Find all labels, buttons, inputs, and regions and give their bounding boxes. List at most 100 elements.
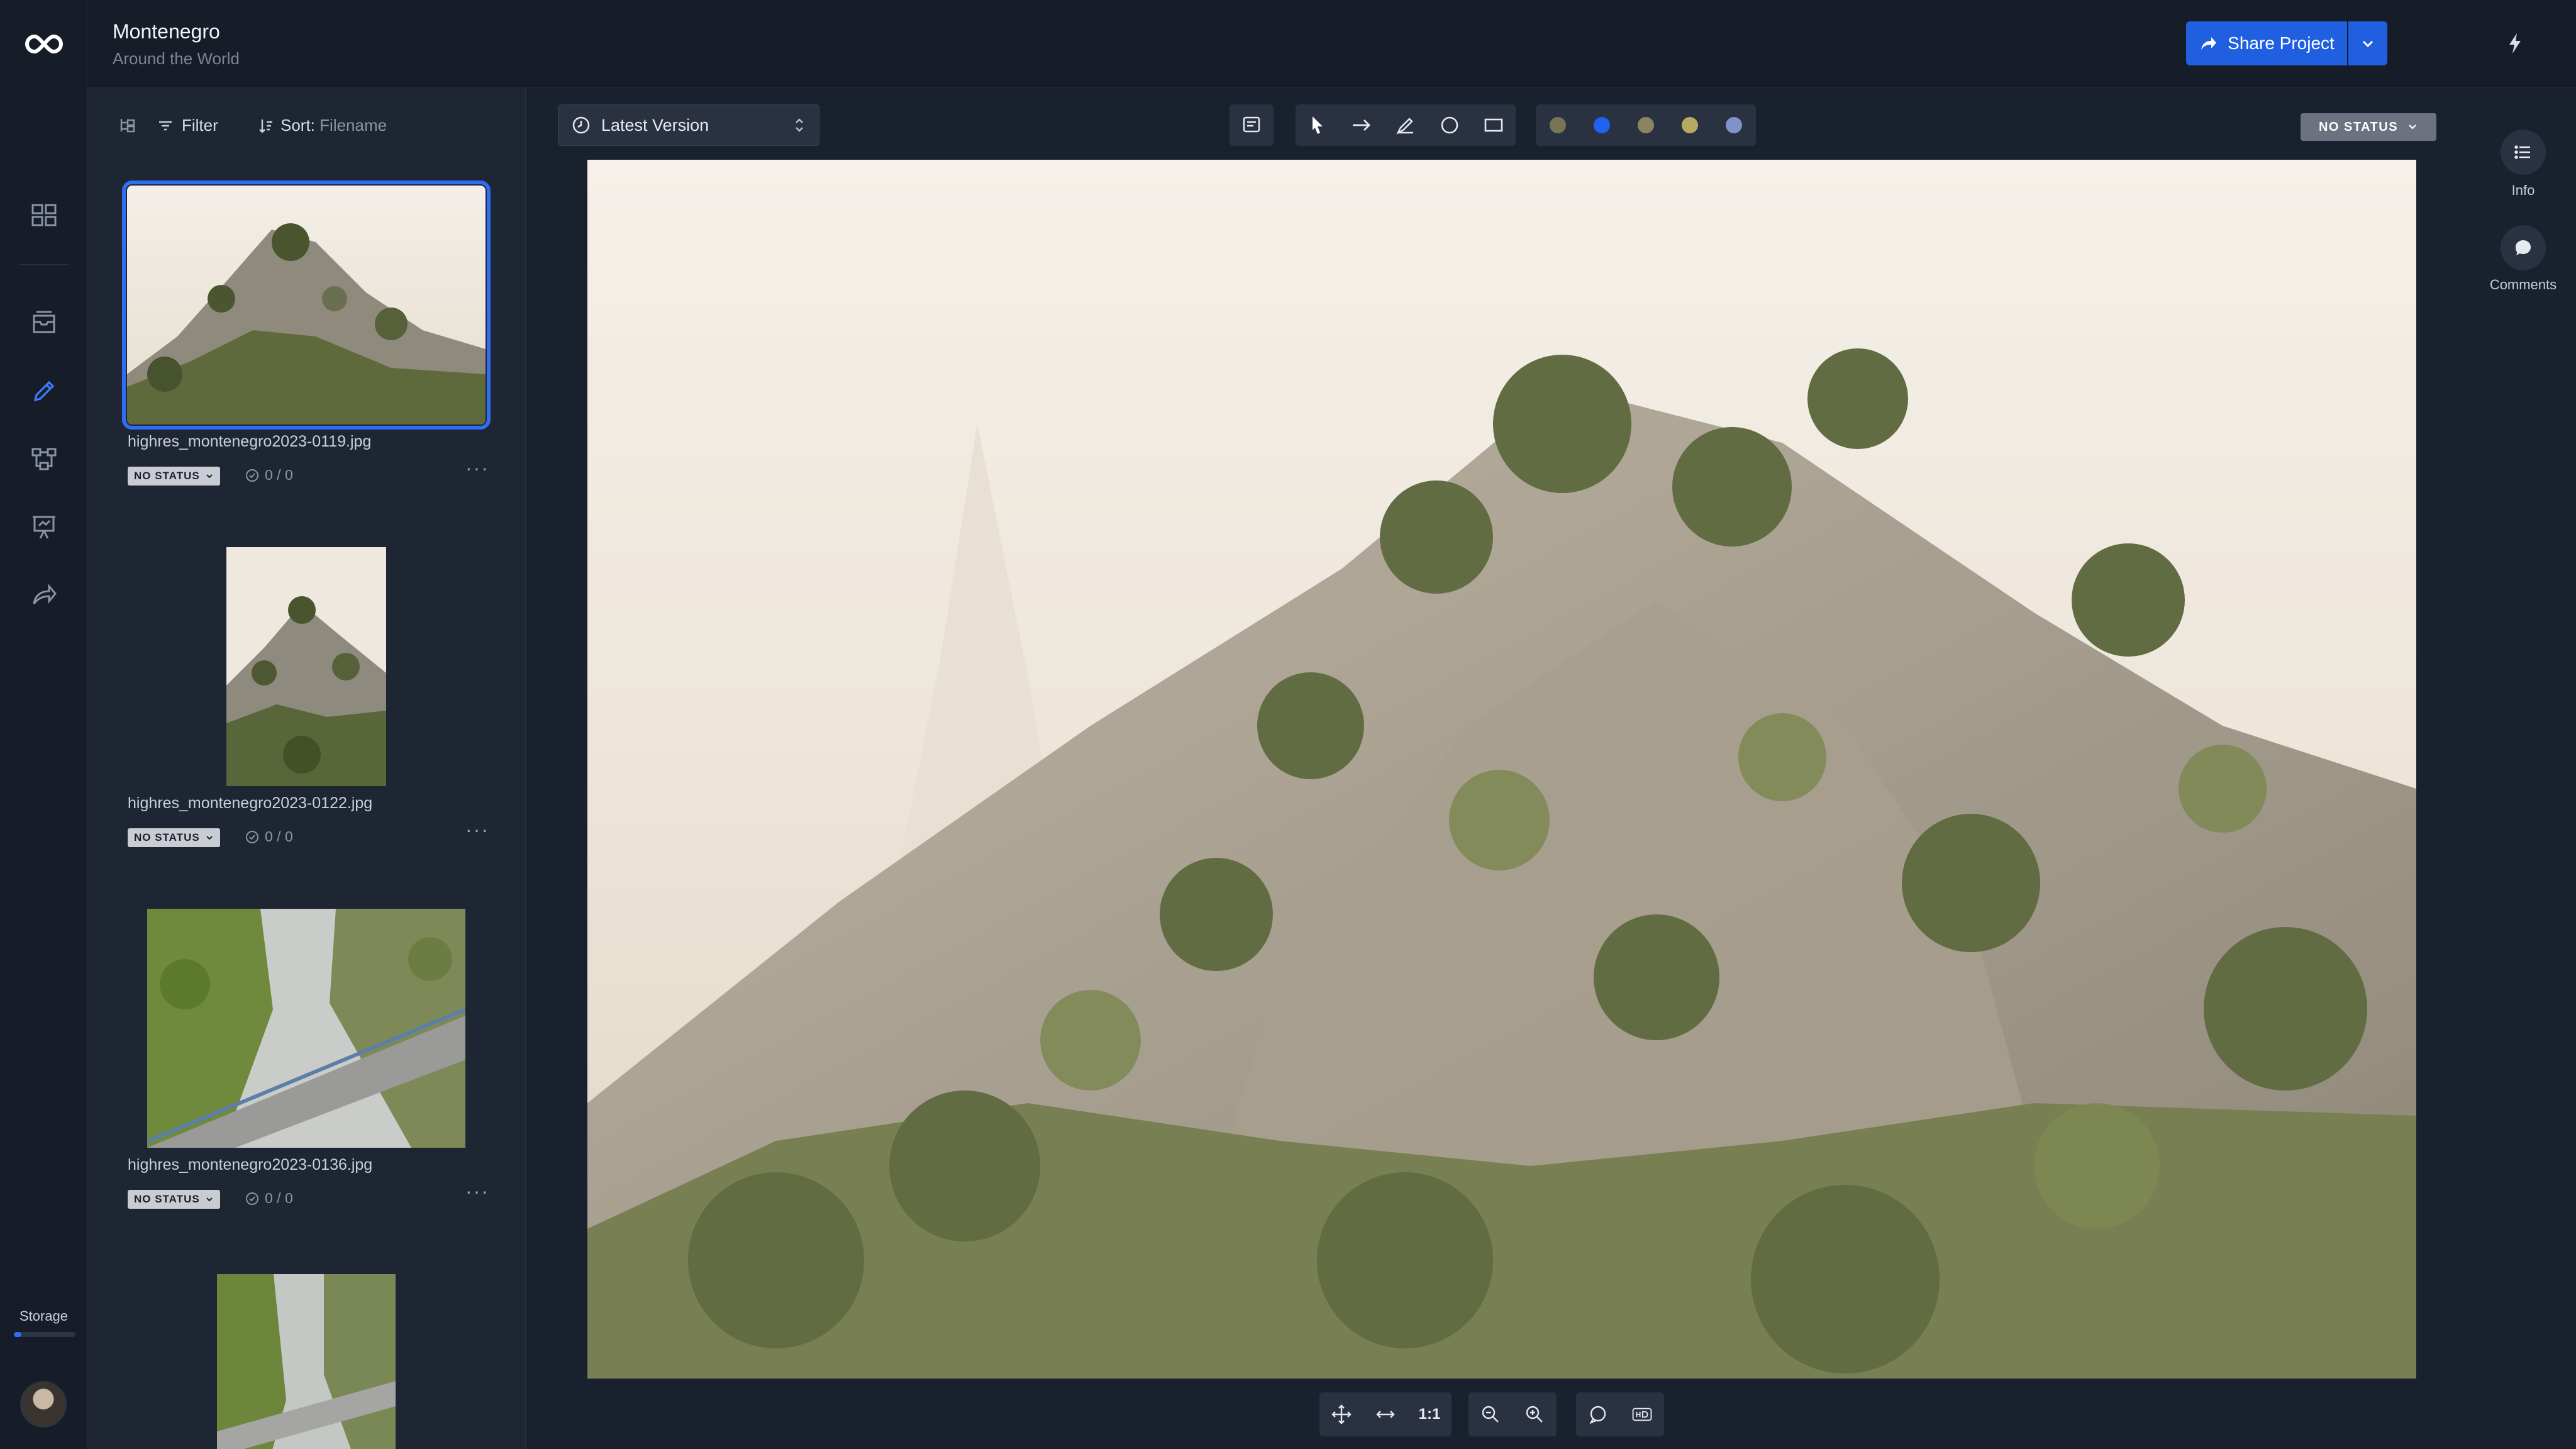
presentation-icon[interactable] xyxy=(28,511,60,543)
user-avatar[interactable] xyxy=(20,1381,67,1428)
list-icon xyxy=(2514,145,2530,159)
approval-count: 0 / 0 xyxy=(245,467,293,484)
file-name: highres_montenegro2023-0119.jpg xyxy=(128,433,372,450)
sort-icon[interactable] xyxy=(253,113,279,138)
fit-controls: 1:1 xyxy=(1319,1392,1452,1436)
approval-count-value: 0 / 0 xyxy=(265,828,293,845)
check-circle-icon xyxy=(246,1192,258,1205)
move-icon[interactable] xyxy=(1319,1392,1363,1436)
color-swatch[interactable] xyxy=(1712,104,1756,146)
image-canvas[interactable] xyxy=(587,160,2416,1379)
file-thumbnail[interactable] xyxy=(226,547,386,786)
comment-bubble-icon[interactable] xyxy=(1576,1392,1620,1436)
status-label: NO STATUS xyxy=(2318,119,2399,134)
logo-icon[interactable] xyxy=(25,31,63,57)
arrow-right-icon[interactable] xyxy=(1340,104,1384,146)
filter-button[interactable]: Filter xyxy=(182,116,218,135)
approval-count-value: 0 / 0 xyxy=(265,467,293,483)
cursor-icon[interactable] xyxy=(1296,104,1340,146)
share-icon[interactable] xyxy=(28,579,60,611)
storage-progress xyxy=(14,1332,75,1337)
file-thumbnail[interactable] xyxy=(147,909,465,1148)
zoom-out-icon[interactable] xyxy=(1468,1392,1513,1436)
file-status-dropdown[interactable]: NO STATUS xyxy=(128,467,220,486)
fit-width-icon[interactable] xyxy=(1363,1392,1407,1436)
info-button[interactable] xyxy=(2501,130,2546,175)
filter-icon[interactable] xyxy=(153,113,178,138)
hd-icon[interactable] xyxy=(1620,1392,1664,1436)
zoom-controls xyxy=(1468,1392,1557,1436)
actual-size-button[interactable]: 1:1 xyxy=(1407,1392,1452,1436)
inbox-icon[interactable] xyxy=(28,306,60,338)
annotation-tools xyxy=(1296,104,1516,146)
chevron-down-icon xyxy=(206,474,213,479)
sort-value: Filename xyxy=(319,116,387,135)
project-title: Montenegro xyxy=(113,20,220,43)
file-status-label: NO STATUS xyxy=(134,470,200,482)
thumbnail-frame xyxy=(124,1274,489,1449)
share-project-button[interactable]: Share Project xyxy=(2186,21,2347,65)
comment-note-icon[interactable] xyxy=(1230,104,1274,146)
bolt-icon[interactable] xyxy=(2501,29,2529,58)
check-circle-icon xyxy=(246,469,258,482)
file-thumbnail[interactable] xyxy=(122,180,491,430)
file-status-label: NO STATUS xyxy=(134,831,200,843)
thumbnail-frame xyxy=(124,544,489,789)
color-swatch[interactable] xyxy=(1580,104,1624,146)
approval-count: 0 / 0 xyxy=(245,1190,293,1207)
project-subtitle: Around the World xyxy=(113,49,240,68)
file-panel: Filter Sort: Filename highres_montenegro… xyxy=(87,88,526,1449)
chevron-down-icon xyxy=(206,836,213,840)
hierarchy-icon[interactable] xyxy=(115,113,140,138)
more-options-icon[interactable]: ··· xyxy=(465,1181,490,1204)
share-project-label: Share Project xyxy=(2228,33,2334,53)
chevron-down-icon xyxy=(2362,40,2373,48)
comment-tool-group xyxy=(1230,104,1274,146)
thumbnail-frame xyxy=(124,906,489,1151)
chevron-down-icon xyxy=(206,1197,213,1202)
draw-pen-icon[interactable] xyxy=(1384,104,1428,146)
color-palette xyxy=(1536,104,1756,146)
app-root: Storage Montenegro Around the World Shar… xyxy=(0,0,2576,1449)
clock-icon xyxy=(572,116,590,134)
sort-label: Sort: xyxy=(280,116,315,135)
left-rail: Storage xyxy=(0,0,87,1449)
color-swatch[interactable] xyxy=(1668,104,1712,146)
view-controls xyxy=(1576,1392,1664,1436)
share-arrow-icon xyxy=(2201,37,2217,50)
file-status-label: NO STATUS xyxy=(134,1193,200,1205)
comments-button[interactable] xyxy=(2501,225,2546,270)
file-status-dropdown[interactable]: NO STATUS xyxy=(128,1190,220,1209)
file-thumbnail[interactable] xyxy=(217,1274,396,1449)
ellipse-icon[interactable] xyxy=(1428,104,1472,146)
info-label: Info xyxy=(2511,182,2535,198)
more-options-icon[interactable]: ··· xyxy=(465,458,490,480)
pen-icon[interactable] xyxy=(28,375,60,408)
color-swatch[interactable] xyxy=(1536,104,1580,146)
approval-count: 0 / 0 xyxy=(245,828,293,845)
grid-icon[interactable] xyxy=(28,199,60,231)
more-options-icon[interactable]: ··· xyxy=(465,819,490,842)
sort-button[interactable]: Sort: Filename xyxy=(280,116,387,135)
status-dropdown[interactable]: NO STATUS xyxy=(2301,113,2436,141)
rectangle-icon[interactable] xyxy=(1472,104,1516,146)
panel-toolbar: Filter Sort: Filename xyxy=(87,88,525,164)
file-status-dropdown[interactable]: NO STATUS xyxy=(128,828,220,847)
main-image xyxy=(587,160,2416,1379)
file-name: highres_montenegro2023-0122.jpg xyxy=(128,794,373,812)
version-select[interactable]: Latest Version xyxy=(558,104,819,146)
color-swatch[interactable] xyxy=(1624,104,1668,146)
share-options-dropdown[interactable] xyxy=(2348,21,2387,65)
zoom-in-icon[interactable] xyxy=(1513,1392,1557,1436)
workflow-icon[interactable] xyxy=(28,443,60,475)
comments-label: Comments xyxy=(2489,277,2557,292)
file-name: highres_montenegro2023-0136.jpg xyxy=(128,1156,373,1174)
storage-label: Storage xyxy=(19,1308,69,1324)
storage-progress-fill xyxy=(14,1332,21,1337)
chat-bubble-icon xyxy=(2516,240,2531,255)
rail-divider xyxy=(19,264,69,265)
updown-chevron-icon xyxy=(796,118,803,132)
version-label: Latest Version xyxy=(601,115,709,135)
thumbnail-frame xyxy=(122,180,491,430)
approval-count-value: 0 / 0 xyxy=(265,1190,293,1206)
